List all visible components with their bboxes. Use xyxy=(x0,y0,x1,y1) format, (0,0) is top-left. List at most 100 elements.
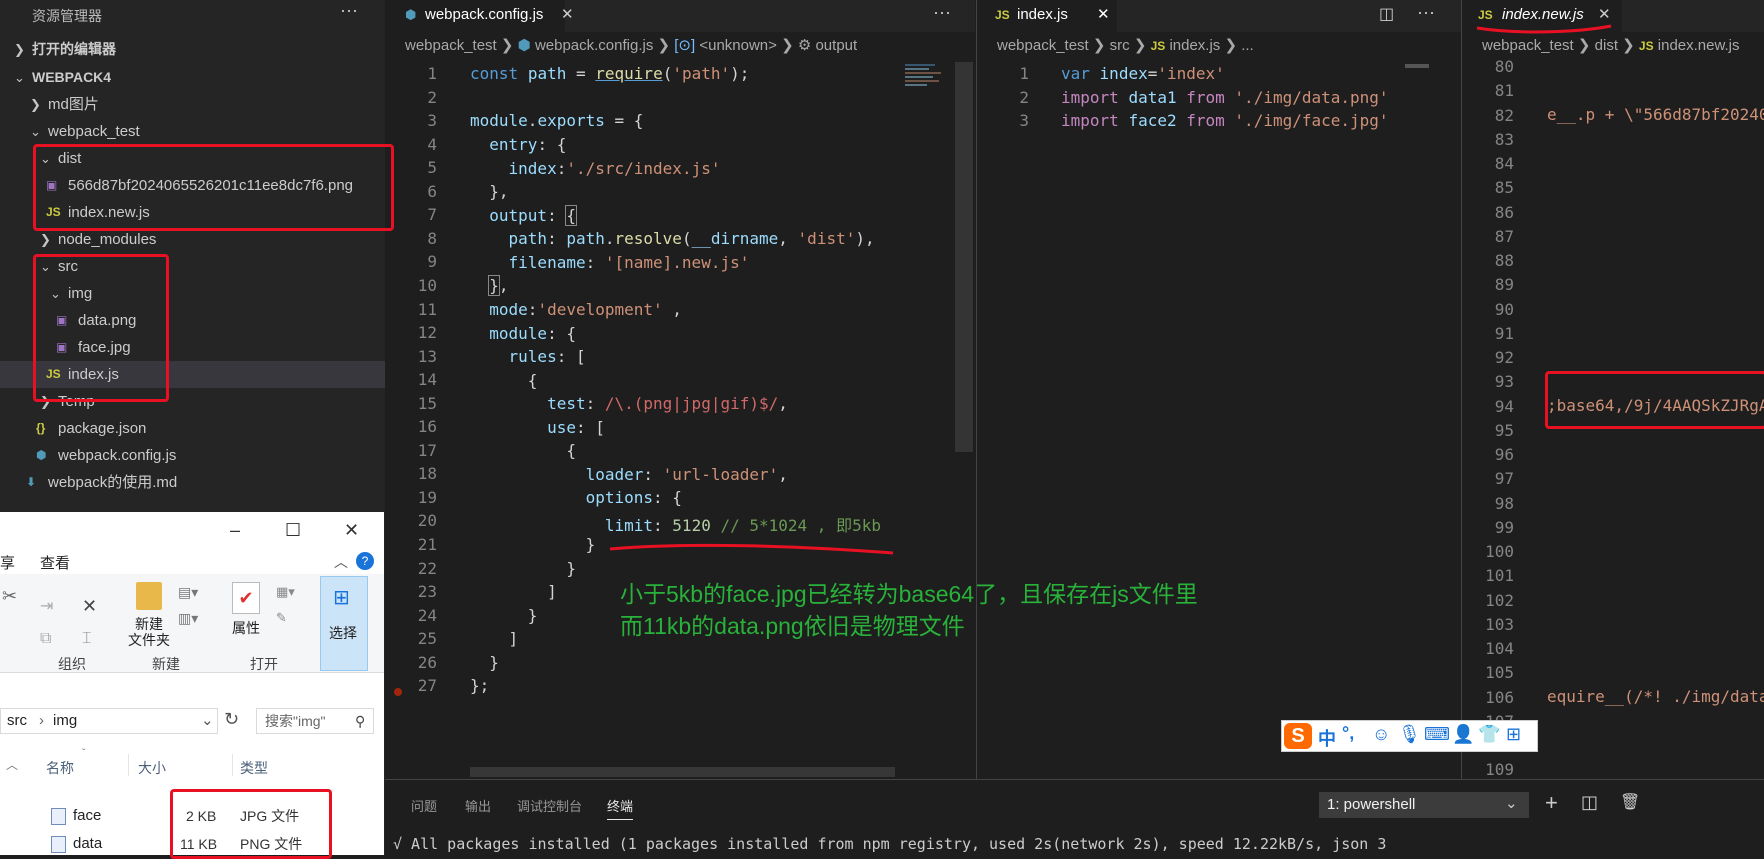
keyboard-icon[interactable]: ⌨ xyxy=(1424,724,1450,745)
code-editor-2[interactable]: var index='index' import data1 from './i… xyxy=(1061,64,1391,144)
emoji-icon[interactable]: ☺ xyxy=(1372,724,1390,745)
tree-item-webpack-md[interactable]: ⬇ webpack的使用.md xyxy=(0,469,385,496)
code-line: } xyxy=(470,606,538,625)
column-header-type[interactable]: 类型 xyxy=(240,758,268,778)
more-actions-icon[interactable]: ··· xyxy=(1417,2,1435,23)
scrollbar[interactable] xyxy=(955,62,973,452)
trash-icon[interactable]: 🗑 xyxy=(1620,792,1640,812)
minimize-icon[interactable]: – xyxy=(230,520,240,541)
breadcrumb-item[interactable]: index.js xyxy=(1169,37,1220,54)
tree-item-label: webpack.config.js xyxy=(58,447,177,464)
breadcrumb-item[interactable]: src xyxy=(1110,37,1130,54)
breadcrumb-item[interactable]: webpack_test xyxy=(997,37,1089,54)
breadcrumb-item[interactable]: output xyxy=(815,37,857,54)
maximize-icon[interactable]: ☐ xyxy=(285,520,301,541)
column-header-name[interactable]: 名称 xyxy=(46,758,74,778)
line-number: 92 xyxy=(1494,348,1514,367)
line-number: 13 xyxy=(417,346,437,366)
workspace-section[interactable]: ⌄ WEBPACK4 xyxy=(0,64,385,91)
ribbon-tab-share[interactable]: 享 xyxy=(0,552,15,573)
new-folder-icon[interactable] xyxy=(136,582,162,610)
h-scrollbar[interactable] xyxy=(470,767,895,777)
split-terminal-icon[interactable]: ◫ xyxy=(1581,792,1598,813)
column-divider xyxy=(232,754,233,776)
cut-icon[interactable]: ✂ xyxy=(2,586,17,607)
split-editor-icon[interactable]: ◫ xyxy=(1379,4,1394,24)
breadcrumb-item[interactable]: webpack_test xyxy=(1482,37,1574,54)
breadcrumb-item[interactable]: dist xyxy=(1595,37,1618,54)
properties-icon[interactable]: ✔ xyxy=(232,582,260,614)
ribbon-tab-view[interactable]: 查看 xyxy=(40,552,70,573)
nav-collapse-icon[interactable]: ︿ xyxy=(6,756,18,773)
punctuation-icon[interactable]: °, xyxy=(1342,723,1354,744)
more-actions-icon[interactable]: ··· xyxy=(933,2,951,23)
breadcrumb-item[interactable]: <unknown> xyxy=(699,37,777,54)
new-terminal-icon[interactable]: + xyxy=(1545,790,1558,816)
breadcrumb-item[interactable]: webpack.config.js xyxy=(535,37,653,54)
chevron-down-icon: ⌄ xyxy=(14,70,25,85)
terminal-select[interactable]: 1: powershell ⌄ xyxy=(1319,792,1529,818)
more-actions-icon[interactable]: ··· xyxy=(340,0,358,21)
copy-to-icon[interactable]: ⧉ xyxy=(40,630,51,648)
line-number: 21 xyxy=(417,535,437,554)
help-icon[interactable]: ? xyxy=(356,552,374,570)
skin-icon[interactable]: 👕 xyxy=(1478,724,1500,745)
breadcrumb-item[interactable]: webpack_test xyxy=(405,37,497,54)
open-icon[interactable]: ▦▾ xyxy=(276,584,295,600)
path-segment[interactable]: img xyxy=(53,709,77,733)
code-line: equire__(/*! ./img/data. xyxy=(1547,687,1764,706)
rename-icon[interactable]: ⌶ xyxy=(82,630,92,648)
line-number: 99 xyxy=(1494,517,1514,537)
panel-tab-problems[interactable]: 问题 xyxy=(411,796,437,815)
breadcrumb-item[interactable]: ... xyxy=(1241,37,1254,54)
refresh-icon[interactable]: ↻ xyxy=(224,709,239,730)
tree-item-webpack-test[interactable]: ⌄ webpack_test xyxy=(0,118,385,145)
minimap[interactable] xyxy=(1405,64,1429,68)
collapse-ribbon-icon[interactable]: ︿ xyxy=(334,552,348,572)
address-bar[interactable]: src › img ⌄ xyxy=(0,708,218,734)
move-to-icon[interactable]: ⇥ xyxy=(40,596,53,616)
file-name: data xyxy=(73,835,103,852)
chevron-down-icon[interactable]: ⌄ xyxy=(201,709,214,733)
code-line: }; xyxy=(470,676,490,695)
sogou-logo-icon[interactable]: S xyxy=(1284,723,1312,749)
close-icon[interactable]: ✕ xyxy=(561,0,574,30)
panel-tab-debug-console[interactable]: 调试控制台 xyxy=(517,796,582,815)
close-icon[interactable]: ✕ xyxy=(344,520,359,541)
search-input[interactable]: 搜索"img" ⚲ xyxy=(256,708,374,734)
webpack-file-icon: ⬢ xyxy=(405,7,417,22)
minimap[interactable] xyxy=(905,62,955,112)
tab-index-js[interactable]: JS index.js ✕ xyxy=(977,0,1117,32)
line-number: 100 xyxy=(1485,542,1514,561)
code-line: { xyxy=(470,441,576,460)
select-group[interactable]: ⊞ 选择 xyxy=(320,576,368,671)
image-file-icon xyxy=(51,836,66,853)
tree-item-md-images[interactable]: ❯ md图片 xyxy=(0,91,385,118)
bottom-panel: 问题 输出 调试控制台 终端 1: powershell ⌄ + ◫ 🗑 √ A… xyxy=(385,779,1764,856)
user-icon[interactable]: 👤 xyxy=(1452,724,1474,745)
new-folder-button[interactable]: 新建 文件夹 xyxy=(128,616,170,648)
open-editors-section[interactable]: ❯ 打开的编辑器 xyxy=(0,36,385,63)
panel-tab-terminal[interactable]: 终端 xyxy=(607,796,634,820)
easy-access-icon[interactable]: ▥▾ xyxy=(178,610,198,627)
delete-icon[interactable]: ✕ xyxy=(82,596,97,617)
close-icon[interactable]: ✕ xyxy=(1097,0,1110,30)
properties-button[interactable]: 属性 xyxy=(232,618,260,638)
toolbox-icon[interactable]: ⊞ xyxy=(1506,724,1521,745)
path-segment[interactable]: src xyxy=(7,709,27,733)
breadcrumb-item[interactable]: index.new.js xyxy=(1658,37,1740,54)
tree-item-package-json[interactable]: {} package.json xyxy=(0,415,385,442)
code-line: import face2 from './img/face.jpg' xyxy=(1061,111,1389,130)
ime-mode-toggle[interactable]: 中 xyxy=(1318,725,1336,751)
tab-webpack-config[interactable]: ⬢ webpack.config.js ✕ xyxy=(385,0,574,32)
voice-icon[interactable]: 🎙 xyxy=(1398,724,1421,745)
line-number: 17 xyxy=(417,440,437,460)
breakpoint-icon[interactable] xyxy=(394,688,402,696)
new-item-icon[interactable]: ▤▾ xyxy=(178,584,198,601)
tree-item-webpack-config[interactable]: ⬢ webpack.config.js xyxy=(0,442,385,469)
edit-icon[interactable]: ✎ xyxy=(276,610,287,626)
panel-tab-output[interactable]: 输出 xyxy=(465,796,491,815)
column-header-size[interactable]: 大小 xyxy=(138,758,166,778)
highlight-dist xyxy=(33,144,394,231)
code-line: ] xyxy=(470,582,557,601)
